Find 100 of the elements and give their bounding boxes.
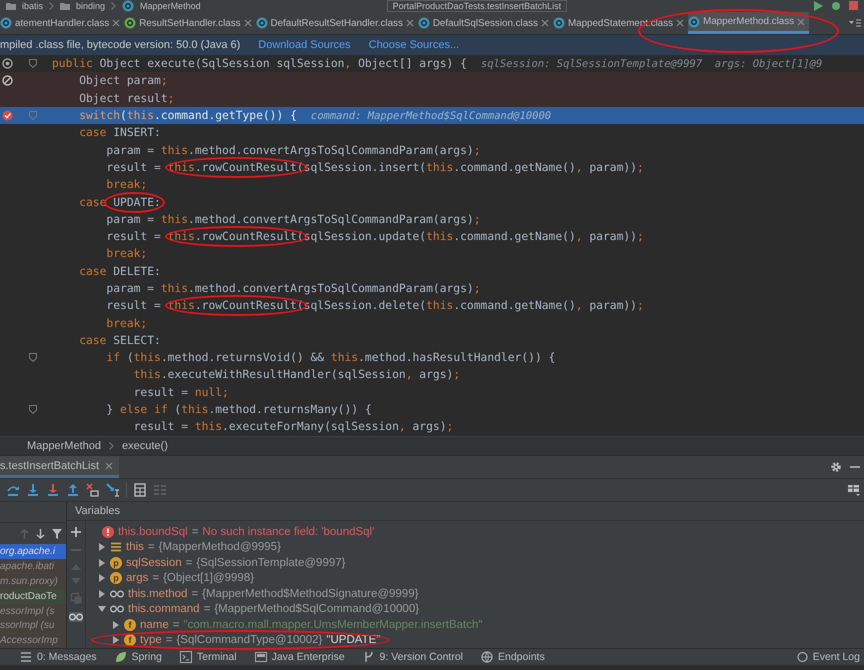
watches-icon[interactable]	[69, 612, 83, 622]
force-step-into-icon[interactable]	[46, 483, 60, 497]
breakpoint-icon	[2, 110, 12, 122]
file-tab[interactable]: DefaultSqlSession.class	[418, 12, 553, 34]
fold-marker-icon[interactable]	[29, 353, 37, 362]
code-line: Object result;	[78, 92, 174, 105]
class-icon	[0, 17, 12, 29]
leaf-icon[interactable]	[114, 651, 127, 663]
close-icon[interactable]	[540, 19, 549, 27]
variable-value: No such instance field: 'boundSql'	[202, 526, 374, 538]
terminal-icon[interactable]	[180, 651, 192, 663]
step-out-icon[interactable]	[66, 483, 80, 497]
close-icon[interactable]	[676, 19, 684, 27]
panel-title: Variables	[75, 505, 120, 517]
code-line: break;	[105, 178, 148, 192]
fold-marker-icon[interactable]	[29, 405, 37, 414]
window-icon[interactable]	[254, 651, 267, 663]
close-icon[interactable]	[406, 19, 414, 27]
file-tab[interactable]: DefaultResultSetHandler.class	[256, 12, 418, 34]
variable-name: sqlSession	[126, 556, 182, 569]
variable-value: {SqlSessionTemplate@9997}	[196, 556, 346, 569]
notice-link[interactable]: Choose Sources...	[368, 39, 460, 51]
stack-frame[interactable]: roductDaoTe	[0, 588, 66, 604]
folder-icon	[6, 2, 16, 10]
class-icon	[688, 16, 700, 28]
notice-link[interactable]: Download Sources	[258, 39, 351, 51]
equals-sign: =	[186, 556, 192, 569]
breadcrumb-item[interactable]: MapperMethod	[27, 440, 101, 452]
equals-sign: =	[166, 634, 172, 646]
code-line: break;	[105, 316, 148, 330]
run-icon[interactable]	[814, 1, 823, 11]
path-item[interactable]: binding	[76, 1, 106, 11]
variable-value: {Object[1]@9998}	[163, 572, 254, 584]
tool-window-button[interactable]: Terminal	[180, 651, 237, 663]
event-log-button[interactable]: Event Log	[796, 651, 864, 663]
tool-window-button[interactable]: Spring	[114, 651, 162, 663]
file-tab[interactable]: MapperMethod.class	[688, 12, 809, 34]
messages-icon[interactable]	[20, 651, 32, 663]
settings-icon[interactable]	[830, 461, 842, 473]
variable-name: type	[140, 634, 162, 646]
code-line: Object param;	[78, 74, 168, 88]
tab-list-icon[interactable]	[849, 18, 861, 28]
class-icon	[122, 0, 134, 12]
chevron-icon	[111, 2, 116, 10]
interface-icon	[124, 17, 136, 29]
stack-frame[interactable]: ssorImpl (su	[0, 618, 66, 634]
stack-frame[interactable]: org.apache.i	[0, 544, 66, 560]
code-line: result = null;	[132, 386, 229, 399]
variable-name: name	[140, 618, 169, 631]
path-item[interactable]: MapperMethod	[140, 1, 201, 11]
fold-marker-icon[interactable]	[29, 59, 37, 68]
class-icon	[418, 17, 430, 29]
glasses-icon	[110, 605, 124, 614]
equals-sign: =	[204, 603, 210, 616]
equals-sign: =	[192, 526, 198, 538]
code-line: if (this.method.returnsVoid() && this.method.hasResultHandler()) {	[105, 351, 556, 364]
breadcrumb-item[interactable]: execute()	[122, 440, 168, 452]
debug-session-tab[interactable]: s.testInsertBatchList	[0, 456, 120, 478]
stack-frame[interactable]: apache.ibati	[0, 559, 66, 574]
down-arrow-icon[interactable]	[36, 528, 45, 539]
tool-window-button[interactable]: 0: Messages	[20, 651, 97, 663]
tool-window-button[interactable]: 9: Version Control	[362, 651, 463, 663]
fold-marker-icon[interactable]	[29, 111, 37, 120]
path-item[interactable]: ibatis	[22, 1, 44, 11]
error-icon	[102, 526, 114, 538]
class-icon	[256, 17, 268, 29]
code-line: case SELECT:	[78, 334, 161, 347]
variable-name: this.method	[128, 588, 188, 600]
stack-frame[interactable]: m.sun.proxy)	[0, 574, 66, 589]
variable-name: this.command	[128, 603, 200, 616]
tool-window-button[interactable]: Endpoints	[481, 651, 545, 663]
filter-icon[interactable]	[52, 528, 62, 539]
calculator-icon[interactable]	[133, 483, 147, 497]
stack-frame[interactable]: essorImpl (s	[0, 604, 66, 618]
variable-value: {MapperMethod@9995}	[158, 541, 281, 554]
expanded-arrow-icon[interactable]	[98, 605, 106, 614]
variable-name: args	[126, 572, 148, 584]
chevron-icon	[109, 442, 114, 450]
file-tab[interactable]: atementHandler.class	[0, 12, 124, 34]
equals-sign: =	[152, 572, 160, 584]
code-line: case DELETE:	[78, 264, 161, 278]
branch-icon[interactable]	[362, 651, 375, 663]
close-icon[interactable]	[105, 462, 114, 470]
file-tab[interactable]: ResultSetHandler.class	[124, 12, 256, 34]
globe-icon[interactable]	[481, 651, 493, 663]
field-icon: f	[124, 618, 136, 631]
close-icon[interactable]	[112, 19, 120, 27]
chevron-icon	[49, 2, 54, 10]
run-configuration-select[interactable]: PortalProductDaoTests.testInsertBatchList	[386, 0, 568, 12]
step-into-icon[interactable]	[26, 483, 40, 497]
close-icon[interactable]	[244, 19, 252, 27]
field-icon: f	[124, 634, 136, 646]
plus-icon[interactable]	[71, 527, 81, 537]
code-line: param = this.method.convertArgsToSqlCommandParam(args);	[105, 212, 481, 226]
variable-value: {SqlCommandType@10002}	[176, 634, 322, 646]
layout-icon[interactable]	[848, 484, 860, 496]
debug-icon[interactable]	[831, 1, 841, 11]
code-line: switch(this.command.getType()) { command: MapperMethod$SqlCommand@10000	[78, 109, 552, 122]
glasses-icon	[110, 590, 124, 598]
tool-window-button[interactable]: Java Enterprise	[254, 651, 345, 663]
